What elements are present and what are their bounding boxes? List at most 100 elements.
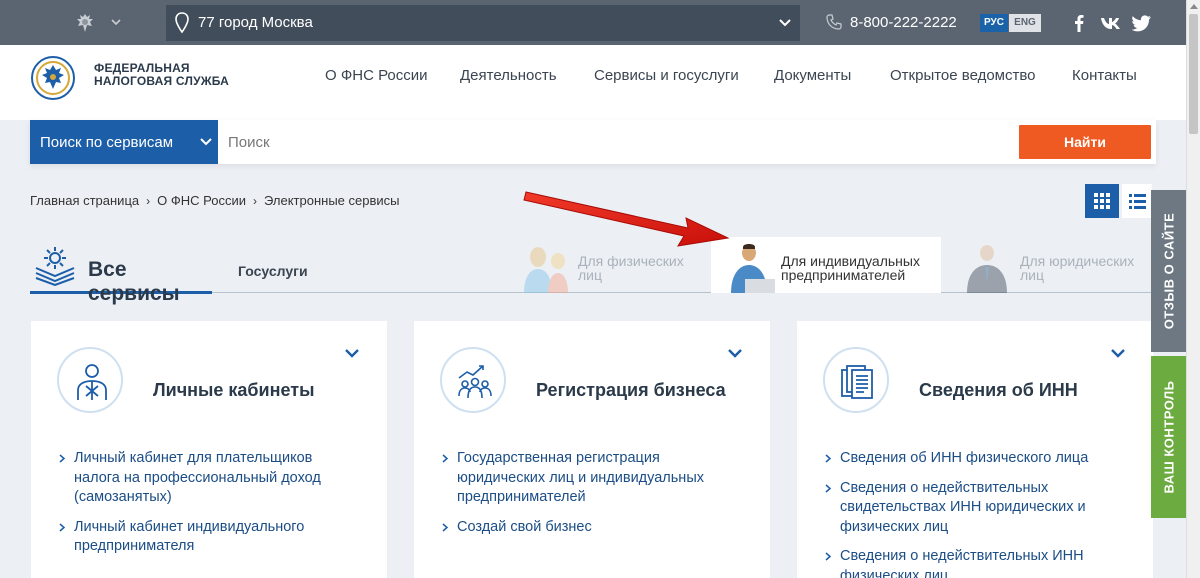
- phone-icon: [826, 14, 842, 30]
- logo-line-2: НАЛОГОВАЯ СЛУЖБА: [94, 74, 230, 88]
- card-icon-circle: [57, 347, 123, 413]
- search-scope-select[interactable]: Поиск по сервисам: [30, 120, 218, 164]
- persona-individuals-label-2: лиц: [578, 267, 603, 283]
- card-links: Сведения об ИНН физического лица Сведени…: [825, 449, 1125, 578]
- card-link[interactable]: Государственная регистрация юридических …: [442, 449, 742, 508]
- nav-about[interactable]: О ФНС России: [325, 67, 428, 84]
- legal-entity-photo-icon: [967, 245, 1007, 293]
- chevron-down-icon[interactable]: [110, 16, 122, 28]
- search-input[interactable]: [228, 120, 1008, 164]
- lang-ru-button[interactable]: РУС: [980, 14, 1008, 32]
- chevron-right-icon: [825, 483, 832, 493]
- person-icon: [77, 364, 107, 400]
- chevron-down-icon: [779, 19, 791, 27]
- search-scope-label: Поиск по сервисам: [40, 134, 174, 151]
- card-personal-accounts: Личные кабинеты Личный кабинет для плате…: [31, 321, 387, 578]
- card-title: Личные кабинеты: [153, 380, 315, 400]
- red-arrow-annotation: [523, 191, 730, 247]
- search-bar: Поиск по сервисам Найти: [30, 120, 1156, 164]
- card-link-text: Государственная регистрация юридических …: [457, 450, 704, 505]
- site-header: ФЕДЕРАЛЬНАЯ НАЛОГОВАЯ СЛУЖБА О ФНС Росси…: [0, 45, 1186, 120]
- control-side-tab[interactable]: ВАШ КОНТРОЛЬ: [1151, 356, 1186, 518]
- breadcrumb-home[interactable]: Главная страница: [30, 193, 139, 208]
- card-links: Государственная регистрация юридических …: [442, 449, 742, 547]
- grid-view-button[interactable]: [1085, 184, 1119, 218]
- feedback-side-tab[interactable]: ОТЗЫВ О САЙТЕ: [1151, 190, 1186, 352]
- card-link-text: Сведения об ИНН физического лица: [840, 450, 1089, 466]
- page-scrollbar[interactable]: [1186, 0, 1200, 578]
- card-link[interactable]: Личный кабинет для плательщиков налога н…: [59, 449, 359, 508]
- chevron-down-icon[interactable]: [344, 347, 360, 359]
- control-side-label: ВАШ КОНТРОЛЬ: [1161, 380, 1176, 494]
- chevron-down-icon[interactable]: [1110, 347, 1126, 359]
- breadcrumb-about[interactable]: О ФНС России: [157, 193, 246, 208]
- chevron-down-icon[interactable]: [727, 347, 743, 359]
- top-bar: 77 город Москва 8-800-222-2222 РУС ENG: [0, 0, 1186, 45]
- list-icon: [1129, 194, 1146, 209]
- card-link-text: Сведения о недействительных свидетельств…: [840, 479, 1086, 535]
- persona-entrepreneurs-label-2: предпринимателей: [781, 267, 906, 283]
- logo-text[interactable]: ФЕДЕРАЛЬНАЯ НАЛОГОВАЯ СЛУЖБА: [94, 62, 229, 88]
- search-button[interactable]: Найти: [1019, 125, 1151, 159]
- breadcrumb-current: Электронные сервисы: [263, 193, 400, 208]
- nav-open-agency[interactable]: Открытое ведомство: [890, 67, 1036, 84]
- feedback-side-label: ОТЗЫВ О САЙТЕ: [1161, 212, 1176, 330]
- card-link[interactable]: Личный кабинет индивидуального предприни…: [59, 518, 359, 557]
- persona-individuals-label-1: Для физических: [578, 253, 684, 269]
- lang-en-button[interactable]: ENG: [1009, 14, 1041, 32]
- persona-legal-entities[interactable]: Для юридических лиц: [955, 237, 1155, 293]
- nav-services[interactable]: Сервисы и госуслуги: [594, 67, 739, 84]
- breadcrumb: Главная страница › О ФНС России › Электр…: [30, 193, 399, 208]
- card-link-text: Личный кабинет для плательщиков налога н…: [74, 450, 321, 505]
- location-pin-icon: [175, 12, 189, 34]
- card-link[interactable]: Создай свой бизнес: [442, 518, 742, 538]
- scrollbar-thumb[interactable]: [1189, 14, 1198, 134]
- card-business-registration: Регистрация бизнеса Государственная реги…: [414, 321, 770, 578]
- services-gear-stack-icon: [35, 247, 75, 286]
- twitter-icon[interactable]: [1132, 14, 1152, 32]
- tab-gosuslugi[interactable]: Госуслуги: [238, 263, 308, 279]
- chevron-right-icon: [59, 522, 66, 532]
- persona-legal-label-1: Для юридических: [1020, 253, 1135, 269]
- grid-icon: [1094, 193, 1110, 209]
- chevron-down-icon: [200, 138, 212, 146]
- persona-entrepreneurs-label-1: Для индивидуальных: [781, 253, 920, 269]
- facebook-icon[interactable]: [1074, 14, 1084, 32]
- documents-icon: [841, 365, 873, 399]
- card-icon-circle: [440, 347, 506, 413]
- card-link[interactable]: Сведения о недействительных ИНН физическ…: [825, 547, 1125, 578]
- tab-all-label: Все сервисы: [88, 258, 180, 305]
- card-link-text: Создай свой бизнес: [457, 518, 592, 535]
- card-links: Личный кабинет для плательщиков налога н…: [59, 449, 359, 567]
- tab-all-services[interactable]: Все сервисы: [30, 240, 212, 305]
- nav-documents[interactable]: Документы: [774, 67, 851, 84]
- nav-contacts[interactable]: Контакты: [1072, 67, 1137, 84]
- persona-entrepreneurs[interactable]: Для индивидуальных предпринимателей: [711, 237, 941, 293]
- chevron-right-icon: [442, 522, 449, 532]
- card-link[interactable]: Сведения об ИНН физического лица: [825, 449, 1125, 469]
- chevron-right-icon: [59, 454, 66, 463]
- scroll-up-icon[interactable]: [1190, 4, 1198, 9]
- persona-legal-label-2: лиц: [1020, 267, 1045, 283]
- card-title: Регистрация бизнеса: [536, 380, 726, 400]
- card-link-text: Сведения о недействительных ИНН физическ…: [840, 548, 1084, 578]
- card-icon-circle: [823, 347, 889, 413]
- region-label: 77 город Москва: [198, 14, 313, 31]
- card-link-text: Личный кабинет индивидуального предприни…: [74, 518, 305, 555]
- region-selector[interactable]: 77 город Москва: [166, 5, 800, 41]
- card-title: Сведения об ИНН: [919, 380, 1078, 400]
- chevron-right-icon: [825, 552, 832, 561]
- chevron-right-icon: [442, 454, 449, 463]
- nav-activity[interactable]: Деятельность: [460, 67, 557, 84]
- card-link[interactable]: Сведения о недействительных свидетельств…: [825, 479, 1125, 538]
- card-inn-info: Сведения об ИНН Сведения об ИНН физическ…: [797, 321, 1153, 578]
- list-view-button[interactable]: [1122, 184, 1152, 218]
- chevron-right-icon: ›: [146, 193, 151, 208]
- chevron-right-icon: ›: [252, 193, 257, 208]
- russian-emblem-icon[interactable]: [74, 12, 96, 34]
- vk-icon[interactable]: [1100, 14, 1122, 32]
- fns-logo-icon[interactable]: [30, 55, 76, 101]
- chevron-right-icon: [825, 454, 832, 463]
- hotline-phone[interactable]: 8-800-222-2222: [850, 14, 957, 31]
- business-growth-icon: [458, 365, 492, 399]
